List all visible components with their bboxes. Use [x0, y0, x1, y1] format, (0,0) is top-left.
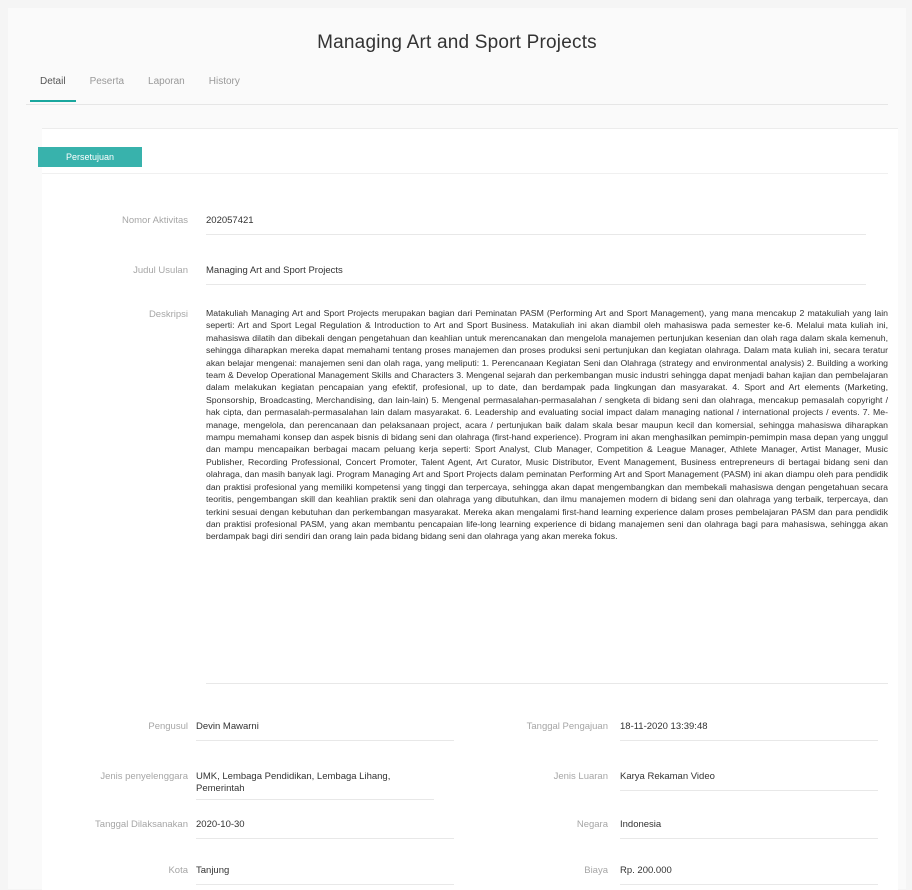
deskripsi-label: Deskripsi	[148, 309, 188, 320]
kota-label: Kota	[168, 865, 188, 876]
deskripsi-value: Matakuliah Managing Art and Sport Projec…	[206, 307, 888, 684]
judul-usulan-value: Managing Art and Sport Projects	[206, 265, 866, 285]
nomor-aktivitas-label: Nomor Aktivitas	[122, 215, 188, 226]
tab-peserta[interactable]: Peserta	[78, 74, 136, 102]
header-divider	[42, 173, 888, 174]
status-badge: Persetujuan	[38, 147, 142, 167]
negara-value: Indonesia	[620, 819, 878, 839]
biaya-value: Rp. 200.000	[620, 865, 878, 885]
jenis-penyelenggara-value: UMK, Lembaga Pendidikan, Lembaga Lihang,…	[196, 771, 434, 800]
tab-laporan[interactable]: Laporan	[136, 74, 197, 102]
page: Managing Art and Sport Projects Detail P…	[8, 8, 906, 890]
biaya-label: Biaya	[584, 865, 608, 876]
pengusul-value: Devin Mawarni	[196, 721, 454, 741]
negara-label: Negara	[576, 819, 608, 830]
tab-history[interactable]: History	[197, 74, 252, 102]
tanggal-dilaksanakan-value: 2020-10-30	[196, 819, 454, 839]
nomor-aktivitas-value: 202057421	[206, 215, 866, 235]
jenis-luaran-label: Jenis Luaran	[553, 771, 608, 782]
tab-bar: Detail Peserta Laporan History	[28, 74, 252, 104]
judul-usulan-label: Judul Usulan	[133, 265, 188, 276]
detail-card: Persetujuan Nomor Aktivitas 202057421 Ju…	[38, 128, 898, 890]
kota-value: Tanjung	[196, 865, 454, 885]
tab-divider	[26, 104, 888, 105]
tanggal-pengajuan-value: 18-11-2020 13:39:48	[620, 721, 878, 741]
jenis-luaran-value: Karya Rekaman Video	[620, 771, 878, 791]
jenis-penyelenggara-label: Jenis penyelenggara	[100, 771, 188, 782]
tanggal-dilaksanakan-label: Tanggal Dilaksanakan	[95, 819, 188, 830]
tab-detail[interactable]: Detail	[28, 74, 78, 102]
tanggal-pengajuan-label: Tanggal Pengajuan	[526, 721, 608, 732]
pengusul-label: Pengusul	[148, 721, 188, 732]
page-title: Managing Art and Sport Projects	[317, 32, 597, 53]
